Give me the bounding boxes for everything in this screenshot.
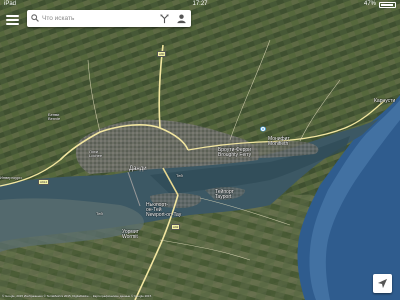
search-icon	[31, 14, 39, 22]
directions-icon[interactable]	[159, 13, 170, 24]
label-dundee[interactable]: Данди	[129, 166, 147, 172]
label-tayport[interactable]: Тейпорт Tayport	[215, 190, 234, 200]
label-newport[interactable]: Ньюпорт- он-Тей Newport-on-Tay	[146, 203, 181, 218]
my-location-button[interactable]	[373, 274, 392, 293]
search-input[interactable]	[42, 12, 162, 25]
road-shield-a914: A914	[38, 179, 50, 185]
label-lochee[interactable]: Лохи Lochee	[89, 150, 102, 158]
label-benvie[interactable]: Бенви Benvie	[48, 113, 60, 121]
satellite-map[interactable]	[0, 0, 400, 300]
label-river-tay: Тей	[176, 173, 183, 178]
my-location-arrow-icon	[377, 278, 388, 289]
label-carnoustie[interactable]: Карнусти	[374, 99, 395, 104]
status-time: 17:27	[192, 1, 208, 7]
label-river-tay-west: Тей	[96, 211, 103, 216]
search-box[interactable]	[27, 10, 191, 27]
map-app: iPad 17:27 47% Данди Броути-Ферри Brough…	[0, 0, 400, 300]
road-shield-a90: A90	[157, 51, 167, 57]
label-broughty-ferry[interactable]: Броути-Ферри Broughty Ferry	[218, 148, 251, 158]
status-bar: iPad 17:27 47%	[0, 0, 400, 9]
label-monifieth[interactable]: Монифит Monifieth	[268, 137, 290, 147]
battery-icon	[379, 2, 396, 8]
label-wormit[interactable]: Уормит Wormit	[122, 230, 139, 240]
road-shield-a92: A92	[171, 224, 181, 230]
poi-marker[interactable]	[261, 127, 265, 131]
hamburger-menu-icon[interactable]	[6, 13, 19, 25]
profile-icon[interactable]	[176, 13, 187, 24]
battery-percent: 47%	[363, 1, 376, 7]
map-attribution: © Google, 2015 Изображения © TerraMetric…	[2, 294, 152, 298]
label-invergowrie[interactable]: Инвергоури	[0, 176, 22, 180]
